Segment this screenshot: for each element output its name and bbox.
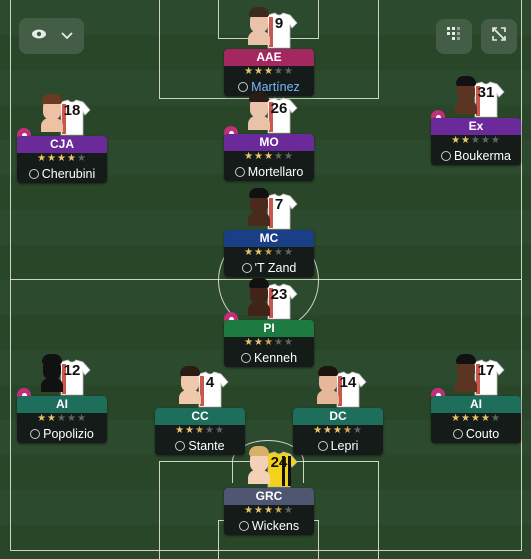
player-name-row: Cherubini <box>17 165 107 183</box>
user-icon <box>175 441 186 451</box>
player-name: Wickens <box>251 519 300 533</box>
shirt-number: 23 <box>270 286 288 303</box>
user-icon <box>452 429 463 439</box>
user-icon <box>238 521 249 531</box>
expand-button[interactable] <box>481 19 517 54</box>
player-card-stante[interactable]: 4 CC ★★★★★ Stante <box>155 364 247 455</box>
user-icon <box>240 353 251 363</box>
player-name: Stante <box>188 439 225 453</box>
position-label: MO <box>224 134 314 151</box>
user-icon <box>317 441 328 451</box>
player-card-cherubini[interactable]: 18 CJA ★★★★★ Cherubini <box>17 92 109 183</box>
player-card-kenneh[interactable]: 23 PI ★★★★★ Kenneh <box>224 276 316 367</box>
player-card-boukerma[interactable]: 31 Ex ★★★★★ Boukerma <box>431 74 523 165</box>
player-name-row: Boukerma <box>431 147 521 165</box>
shirt-number: 17 <box>477 362 495 379</box>
chevron-down-icon <box>60 27 73 45</box>
player-info: AI ★★★★★ Couto <box>431 396 521 443</box>
shirt-number: 26 <box>270 100 288 117</box>
user-icon <box>234 167 245 177</box>
player-name: 'T Zand <box>254 261 297 275</box>
rating-stars: ★★★★★ <box>451 135 501 146</box>
grid-view-button[interactable] <box>436 19 472 54</box>
position-label: MC <box>224 230 314 247</box>
player-name: Lepri <box>330 439 359 453</box>
rating-stars: ★★★★★ <box>175 425 225 436</box>
position-label: AAE <box>224 49 314 66</box>
player-name-row: Popolizio <box>17 425 107 443</box>
player-card-mortellaro[interactable]: 26 MO ★★★★★ Mortellaro <box>224 90 316 181</box>
player-card-martnez[interactable]: 9 AAE ★★★★★ Martínez <box>224 5 316 96</box>
position-label: GRC <box>224 488 314 505</box>
tactics-pitch: 9 AAE ★★★★★ Martínez 18 CJA ★★★★★ Cherub… <box>0 0 531 559</box>
position-label: CJA <box>17 136 107 153</box>
player-name: Kenneh <box>253 351 298 365</box>
position-label: AI <box>431 396 521 413</box>
rating-stars: ★★★★★ <box>37 153 87 164</box>
position-label: Ex <box>431 118 521 135</box>
player-info: AAE ★★★★★ Martínez <box>224 49 314 96</box>
rating-stars: ★★★★★ <box>244 505 294 516</box>
eye-icon <box>31 27 47 45</box>
player-name-row: Couto <box>431 425 521 443</box>
player-name-row: 'T Zand <box>224 259 314 277</box>
shirt-number: 14 <box>339 374 357 391</box>
player-name-row: Mortellaro <box>224 163 314 181</box>
shirt-number: 18 <box>63 102 81 119</box>
rating-stars: ★★★★★ <box>244 66 294 77</box>
shirt-number: 12 <box>63 362 81 379</box>
user-icon <box>30 429 41 439</box>
rating-stars: ★★★★★ <box>244 151 294 162</box>
player-info: MC ★★★★★ 'T Zand <box>224 230 314 277</box>
player-info: Ex ★★★★★ Boukerma <box>431 118 521 165</box>
position-label: DC <box>293 408 383 425</box>
grid-icon <box>446 26 462 47</box>
player-info: AI ★★★★★ Popolizio <box>17 396 107 443</box>
player-info: CJA ★★★★★ Cherubini <box>17 136 107 183</box>
position-label: PI <box>224 320 314 337</box>
position-label: AI <box>17 396 107 413</box>
player-name-row: Wickens <box>224 517 314 535</box>
player-info: MO ★★★★★ Mortellaro <box>224 134 314 181</box>
player-card-tzand[interactable]: 7 MC ★★★★★ 'T Zand <box>224 186 316 277</box>
rating-stars: ★★★★★ <box>313 425 363 436</box>
player-info: PI ★★★★★ Kenneh <box>224 320 314 367</box>
user-icon <box>441 151 451 161</box>
shirt-number: 9 <box>274 15 284 32</box>
expand-icon <box>491 26 507 47</box>
view-dropdown-button[interactable] <box>19 18 84 54</box>
player-card-popolizio[interactable]: 12 AI ★★★★★ Popolizio <box>17 352 109 443</box>
player-card-lepri[interactable]: 14 DC ★★★★★ Lepri <box>293 364 385 455</box>
rating-stars: ★★★★★ <box>37 413 87 424</box>
rating-stars: ★★★★★ <box>451 413 501 424</box>
shirt-number: 4 <box>205 374 215 391</box>
rating-stars: ★★★★★ <box>244 247 294 258</box>
player-card-wickens[interactable]: 24 GRC ★★★★★ Wickens <box>224 444 316 535</box>
player-name: Cherubini <box>41 167 96 181</box>
player-name: Popolizio <box>43 427 94 441</box>
player-info: GRC ★★★★★ Wickens <box>224 488 314 535</box>
player-name: Couto <box>465 427 500 441</box>
position-label: CC <box>155 408 245 425</box>
player-name: Mortellaro <box>247 165 304 179</box>
rating-stars: ★★★★★ <box>244 337 294 348</box>
user-icon <box>241 263 252 273</box>
shirt-number: 7 <box>274 196 284 213</box>
player-card-couto[interactable]: 17 AI ★★★★★ Couto <box>431 352 523 443</box>
shirt-number: 31 <box>477 84 495 101</box>
shirt-number: 24 <box>270 454 288 471</box>
user-icon <box>28 169 39 179</box>
player-name: Boukerma <box>454 149 511 163</box>
